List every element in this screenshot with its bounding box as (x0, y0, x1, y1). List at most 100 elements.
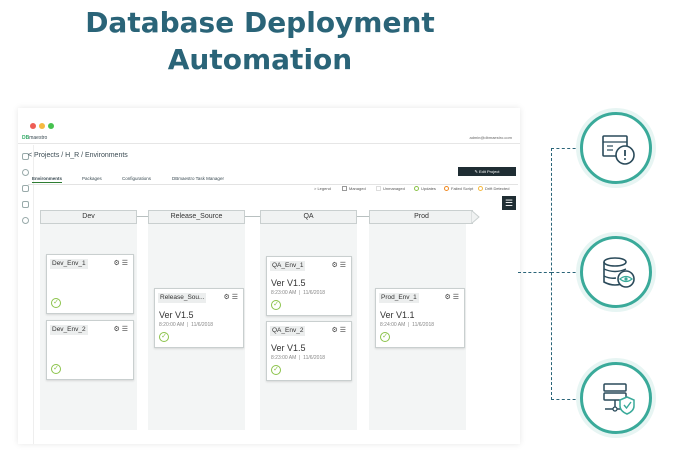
env-timestamp: 8:23:00 AM | 11/6/2018 (271, 290, 326, 296)
updates-swatch (414, 186, 419, 192)
env-timestamp: 8:20:00 AM | 11/6/2018 (159, 322, 214, 328)
warning-icon (602, 135, 635, 165)
maximize-dot[interactable] (48, 123, 54, 129)
logo: DBmaestro (22, 135, 47, 141)
drift-swatch (478, 186, 483, 192)
legend-updates: Updates (414, 186, 436, 192)
env-timestamp: 8:23:00 AM | 11/6/2018 (271, 355, 326, 361)
stage-dev[interactable]: Dev (40, 210, 137, 224)
stage-connector (245, 216, 260, 217)
legend-unmanaged: Unmanaged (376, 186, 405, 192)
legend-unmanaged-label: Unmanaged (383, 186, 405, 191)
env-card-title: QA_Env_2 (270, 326, 306, 336)
env-date: 11/6/2018 (412, 322, 435, 328)
env-card-prod-env-1[interactable]: Prod_Env_1 ⚙ ☰ Ver V1.1 8:24:00 AM | 11/… (375, 288, 465, 348)
sidebar-dashboard-icon[interactable] (22, 169, 29, 176)
tab-environments[interactable]: Environments (32, 176, 63, 183)
check-icon: ✓ (271, 300, 281, 310)
env-time: 8:20:00 AM (159, 322, 185, 328)
sidebar (18, 145, 34, 444)
env-card-title: Dev_Env_1 (50, 259, 88, 269)
headline-line-1: Database Deployment (85, 6, 435, 39)
unmanaged-swatch (376, 186, 381, 192)
check-icon: ✓ (271, 365, 281, 375)
sidebar-help-icon[interactable] (22, 217, 29, 224)
env-version: Ver V1.5 (271, 343, 306, 353)
legend-updates-label: Updates (421, 186, 436, 191)
pipeline-stages: Dev Release_Source QA Prod (40, 210, 492, 224)
legend-failed-label: Failed Script (451, 186, 474, 191)
env-card-qa-env-2[interactable]: QA_Env_2 ⚙ ☰ Ver V1.5 8:23:00 AM | 11/6/… (266, 321, 352, 381)
env-card-dev-env-1[interactable]: Dev_Env_1 ⚙ ☰ ✓ (46, 254, 134, 314)
failed-swatch (444, 186, 449, 192)
check-icon: ✓ (51, 298, 61, 308)
headline: Database Deployment Automation (0, 4, 520, 78)
tab-divider (28, 184, 518, 185)
stage-arrow-head-icon (471, 210, 480, 224)
env-card-dev-env-2[interactable]: Dev_Env_2 ⚙ ☰ ✓ (46, 320, 134, 380)
legend-drift: Drift Detected (478, 186, 510, 192)
legend-drift-label: Drift Detected (485, 186, 510, 191)
env-card-title: Dev_Env_2 (50, 325, 88, 335)
database-eye-icon (603, 257, 635, 288)
env-version: Ver V1.5 (159, 310, 194, 320)
stage-connector (137, 216, 148, 217)
page: Database Deployment Automation DBmaestro… (0, 0, 674, 457)
edit-project-button[interactable]: ✎ Edit Project (458, 167, 516, 176)
card-settings-menu-icon[interactable]: ⚙ ☰ (445, 293, 460, 301)
connector-line (551, 148, 581, 149)
minimize-dot[interactable] (39, 123, 45, 129)
hamburger-icon[interactable]: ☰ (502, 196, 516, 210)
legend-managed-label: Managed (349, 186, 366, 191)
env-card-title: Release_Sou... (158, 293, 207, 303)
env-version: Ver V1.1 (380, 310, 415, 320)
card-settings-menu-icon[interactable]: ⚙ ☰ (114, 325, 129, 333)
check-icon: ✓ (380, 332, 390, 342)
sidebar-chart-icon[interactable] (22, 185, 29, 192)
env-card-title: Prod_Env_1 (379, 293, 419, 303)
env-date: 11/6/2018 (191, 322, 214, 328)
feature-circle-database (580, 236, 652, 308)
card-settings-menu-icon[interactable]: ⚙ ☰ (332, 326, 347, 334)
legend-toggle[interactable]: > Legend (314, 186, 331, 191)
env-time: 8:23:00 AM (271, 290, 297, 296)
feature-circle-alert (580, 112, 652, 184)
close-dot[interactable] (30, 123, 36, 129)
legend-failed: Failed Script (444, 186, 474, 192)
env-timestamp: 8:24:00 AM | 11/6/2018 (380, 322, 435, 328)
connector-line (518, 272, 552, 273)
tab-configurations[interactable]: Configurations (122, 176, 151, 181)
stage-release-source[interactable]: Release_Source (148, 210, 245, 224)
feature-circle-server (580, 362, 652, 434)
stage-prod[interactable]: Prod (369, 210, 473, 224)
connector-line (551, 148, 552, 400)
env-time: 8:23:00 AM (271, 355, 297, 361)
check-icon: ✓ (159, 332, 169, 342)
card-settings-menu-icon[interactable]: ⚙ ☰ (224, 293, 239, 301)
connector-line (551, 272, 581, 273)
headline-line-2: Automation (167, 43, 353, 76)
server-shield-icon (603, 383, 635, 415)
env-date: 11/6/2018 (303, 355, 326, 361)
env-version: Ver V1.5 (271, 278, 306, 288)
logo-text: maestro (29, 135, 48, 141)
check-icon: ✓ (51, 364, 61, 374)
env-date: 11/6/2018 (303, 290, 326, 296)
user-email[interactable]: admin@dbmaestro.com (469, 135, 512, 140)
sidebar-settings-icon[interactable] (22, 201, 29, 208)
stage-connector (357, 216, 369, 217)
env-card-release-source[interactable]: Release_Sou... ⚙ ☰ Ver V1.5 8:20:00 AM |… (154, 288, 244, 348)
card-settings-menu-icon[interactable]: ⚙ ☰ (114, 259, 129, 267)
tab-packages[interactable]: Packages (82, 176, 102, 181)
managed-swatch (342, 186, 347, 192)
env-time: 8:24:00 AM (380, 322, 406, 328)
legend-managed: Managed (342, 186, 366, 192)
card-settings-menu-icon[interactable]: ⚙ ☰ (332, 261, 347, 269)
app-header: DBmaestro admin@dbmaestro.com (18, 132, 520, 144)
connector-line (551, 399, 581, 400)
tab-task-manager[interactable]: DBmaestro Task Manager (172, 176, 224, 181)
breadcrumb[interactable]: < Projects / H_R / Environments (28, 152, 128, 159)
env-card-qa-env-1[interactable]: QA_Env_1 ⚙ ☰ Ver V1.5 8:23:00 AM | 11/6/… (266, 256, 352, 316)
env-card-title: QA_Env_1 (270, 261, 306, 271)
stage-qa[interactable]: QA (260, 210, 357, 224)
